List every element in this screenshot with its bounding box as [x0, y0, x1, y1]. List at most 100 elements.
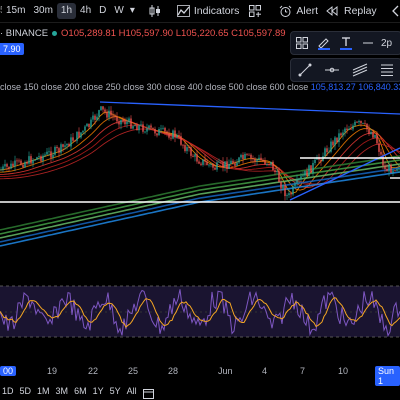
candle-body [310, 165, 312, 173]
range-1m[interactable]: 1M [37, 386, 50, 400]
candle-body [186, 147, 188, 152]
candle-body [38, 156, 40, 158]
candle-body [8, 166, 10, 169]
undo-icon[interactable] [381, 5, 400, 17]
time-axis-label: 7 [300, 366, 306, 376]
candle-body [274, 170, 276, 172]
indicators-icon [176, 5, 190, 17]
line-width-label[interactable]: 2p [379, 38, 392, 49]
candle-body [230, 160, 232, 165]
candle-body [220, 161, 222, 163]
candle-body [312, 162, 314, 173]
range-6m[interactable]: 6M [74, 386, 87, 400]
candle-body [330, 141, 332, 152]
replay-button[interactable]: Replay [322, 5, 381, 17]
candle-body [146, 128, 148, 132]
timeframe-4h[interactable]: 4h [76, 3, 95, 19]
candle-body [248, 154, 250, 156]
candle-body [250, 154, 252, 159]
trendline-upper[interactable] [99, 101, 400, 115]
alert-button[interactable]: Alert [275, 5, 322, 18]
timeframe-15m[interactable]: 15m [2, 3, 29, 19]
candle-body [16, 160, 18, 162]
candle-body [194, 154, 196, 157]
moving-averages [0, 111, 400, 247]
candle-body [160, 128, 162, 130]
candle-body [176, 135, 178, 138]
timeframe-1h[interactable]: 1h [56, 3, 77, 19]
candle-body [40, 156, 42, 161]
candle-body [364, 122, 366, 124]
candle-body [162, 127, 164, 129]
candle-body [22, 164, 24, 168]
candle-body [6, 164, 8, 167]
candle-body [112, 115, 114, 117]
candle-body [86, 123, 88, 127]
calendar-range-icon[interactable] [142, 386, 154, 400]
timeframe-dropdown[interactable]: ▾ [128, 3, 137, 19]
candle-body [328, 151, 330, 153]
candle-body [174, 130, 176, 138]
candle-body [92, 115, 94, 120]
candle-body [180, 136, 182, 145]
candle-body [104, 109, 106, 112]
candle-body [218, 161, 220, 163]
timeframe-30m[interactable]: 30m [29, 3, 56, 19]
candle-body [388, 164, 390, 172]
candle-body [70, 137, 72, 147]
candle-body [262, 160, 264, 161]
range-1y[interactable]: 1Y [93, 386, 104, 400]
parallel-channel-icon[interactable] [349, 60, 371, 80]
candle-body [228, 164, 230, 169]
range-5y[interactable]: 5Y [110, 386, 121, 400]
candle-body [64, 145, 66, 147]
candle-body [216, 162, 218, 170]
candle-body [338, 133, 340, 143]
range-3m[interactable]: 3M [56, 386, 69, 400]
candles-chart-type-icon[interactable] [145, 4, 165, 18]
candle-body [270, 161, 272, 165]
candle-body [94, 115, 96, 120]
candle-body [52, 154, 54, 158]
candle-body [210, 164, 212, 165]
alert-label: Alert [296, 5, 318, 17]
candle-body [202, 159, 204, 165]
candle-body [234, 163, 236, 166]
horizontal-ray-icon[interactable] [321, 60, 343, 80]
range-all[interactable]: All [127, 386, 137, 400]
timeframe-w[interactable]: W [110, 3, 127, 19]
candle-body [320, 159, 322, 162]
range-1d[interactable]: 1D [2, 386, 14, 400]
candle-body [356, 121, 358, 123]
candle-body [124, 121, 126, 125]
template-icon[interactable] [291, 33, 313, 53]
low-value: L105,220.65 [175, 27, 229, 39]
candle-body [188, 147, 190, 148]
time-axis-label: 28 [168, 366, 179, 376]
candle-body [240, 154, 242, 158]
candle-body [42, 155, 44, 161]
candle-body [204, 159, 206, 162]
candle-body [398, 168, 400, 170]
text-color-icon[interactable] [335, 33, 357, 53]
candle-body [168, 133, 170, 138]
candle-body [380, 151, 382, 155]
candle-body [76, 131, 78, 141]
line-style-icon[interactable] [357, 33, 379, 53]
symbol-legend: · BINANCE O105,289.81 H105,597.90 L105,2… [0, 25, 286, 41]
candle-body [80, 132, 82, 138]
trend-line-icon[interactable] [294, 60, 316, 80]
pencil-color-icon[interactable] [313, 33, 335, 53]
indicators-button[interactable]: Indicators [173, 5, 244, 17]
candle-body [14, 160, 16, 167]
candle-body [100, 106, 102, 111]
layout-grid-icon[interactable] [243, 5, 267, 17]
timeframe-d[interactable]: D [95, 3, 110, 19]
candle-body [252, 158, 254, 159]
candle-body [72, 137, 74, 141]
fib-retracement-icon[interactable] [376, 60, 398, 80]
candle-body [126, 121, 128, 125]
range-5d[interactable]: 5D [20, 386, 32, 400]
time-axis[interactable]: 00 19 22 25 28 Jun 4 7 10 Sun 1 [0, 366, 400, 386]
price-chart[interactable] [0, 90, 400, 360]
